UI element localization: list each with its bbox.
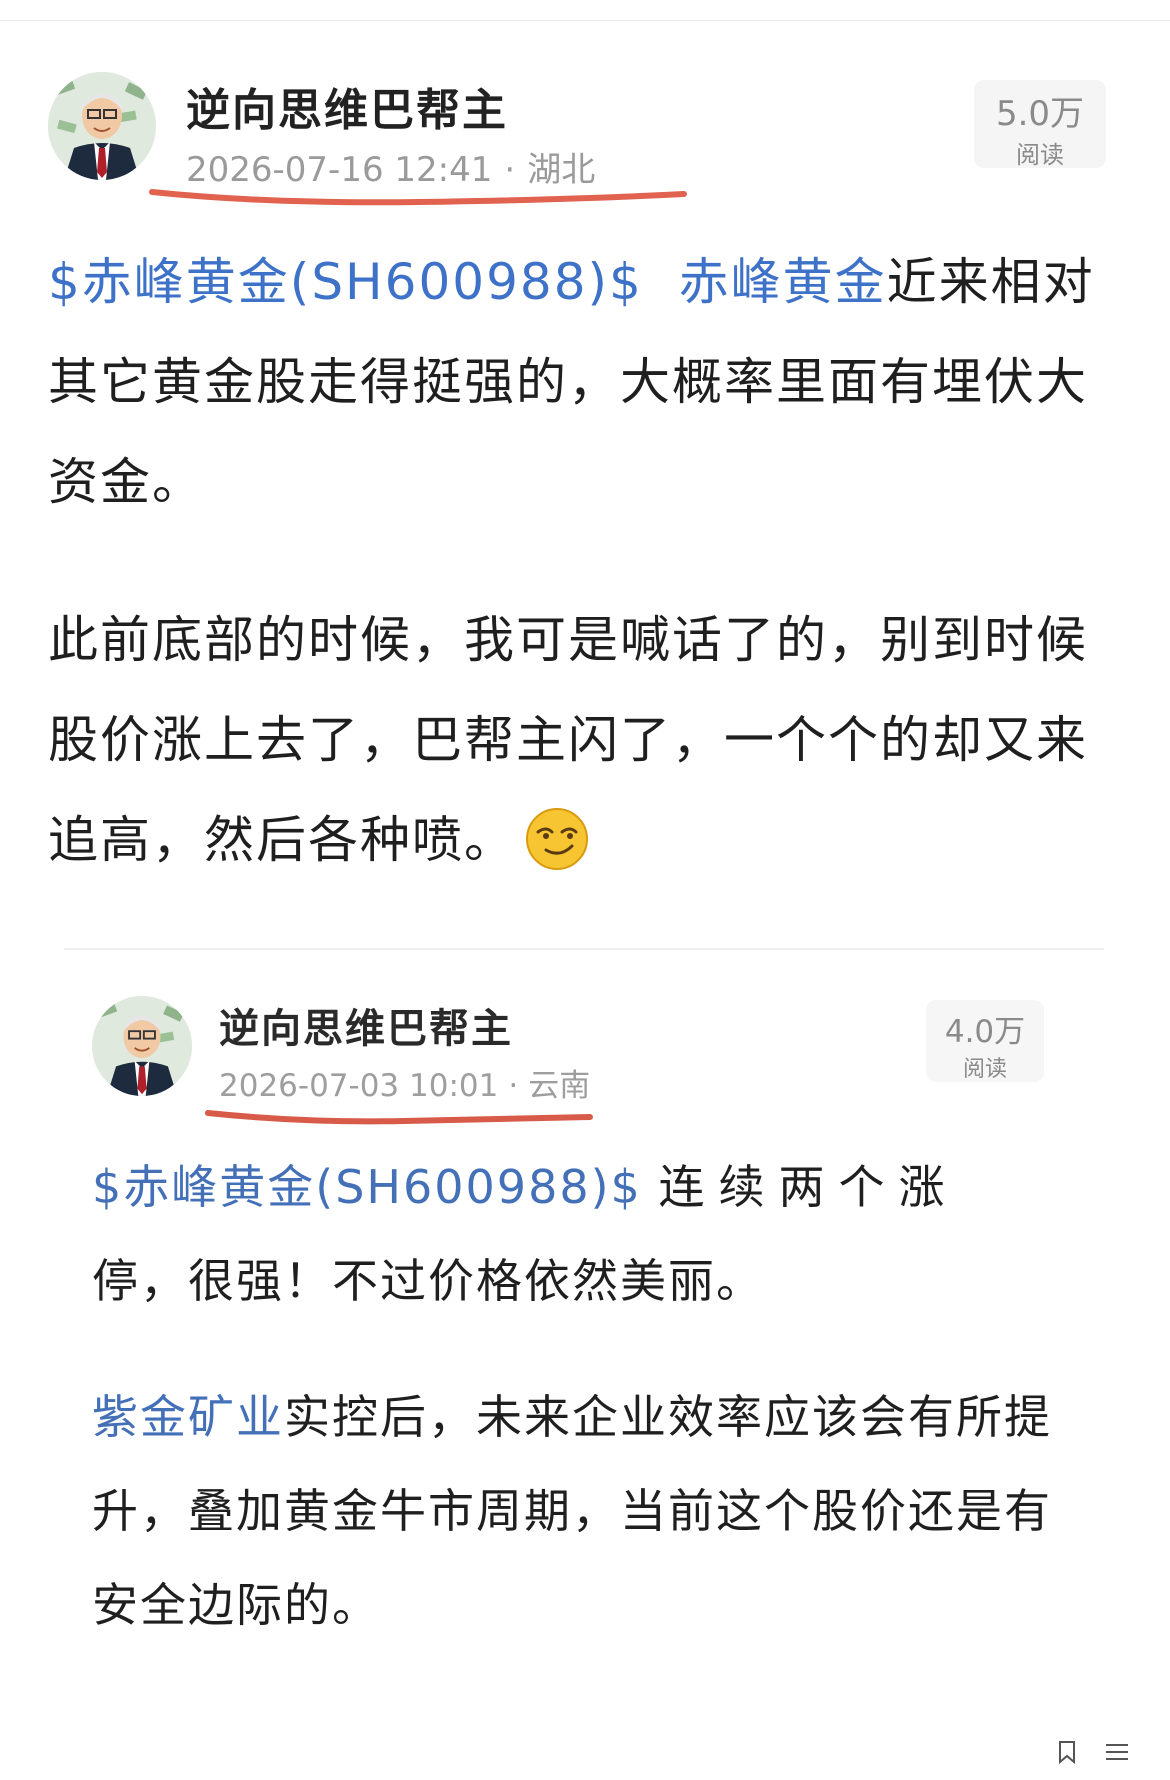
meta-separator: · <box>508 1068 519 1104</box>
bookmark-icon[interactable] <box>1058 1740 1076 1770</box>
paragraph-text: 停，很强！不过价格依然美丽。 <box>92 1254 764 1308</box>
quoted-post-location: 云南 <box>528 1068 591 1104</box>
quoted-stock-tag-link: $赤峰黄金(SH600988)$ <box>92 1160 642 1214</box>
bottom-toolbar <box>1058 1740 1130 1770</box>
quoted-paragraph-2: 紫金矿业实控后，未来企业效率应该会有所提升，叠加黄金牛市周期，当前这个股价还是有… <box>92 1370 1082 1652</box>
quoted-read-count-label: 阅读 <box>962 1057 1007 1082</box>
read-count-label: 阅读 <box>1016 141 1064 169</box>
read-count: 5.0万 <box>995 94 1085 134</box>
author-name[interactable]: 逆向思维巴帮主 <box>186 74 508 138</box>
smirk-emoji <box>524 805 590 871</box>
quote-divider <box>64 948 1104 950</box>
post-paragraph-2: 此前底部的时候，我可是喊话了的，别到时候股价涨上去了，巴帮主闪了，一个个的却又来… <box>48 590 1122 890</box>
red-underline-annotation <box>149 189 687 206</box>
menu-icon[interactable] <box>1104 1742 1130 1768</box>
stock-name-link[interactable]: 赤峰黄金 <box>679 253 887 311</box>
quoted-author-name: 逆向思维巴帮主 <box>219 1006 513 1052</box>
red-underline-annotation <box>205 1110 593 1125</box>
avatar[interactable] <box>48 72 156 180</box>
read-count-badge: 5.0万 阅读 <box>974 80 1106 169</box>
paragraph-text-spaced: 连续两个涨 <box>658 1160 959 1214</box>
avatar <box>92 996 192 1096</box>
quoted-post-meta: 2026-07-03 10:01 · 云南 <box>219 1060 590 1105</box>
stock-tag-link[interactable]: $赤峰黄金(SH600988)$ <box>48 253 643 311</box>
quoted-paragraph-1: $赤峰黄金(SH600988)$ 连续两个涨停，很强！不过价格依然美丽。 <box>92 1140 1082 1328</box>
quoted-read-count: 4.0万 <box>944 1014 1026 1050</box>
quoted-post-date: 2026-07-03 10:01 <box>219 1068 499 1104</box>
post-header: 逆向思维巴帮主 2026-07-16 12:41 · 湖北 5.0万 阅读 <box>48 72 1122 212</box>
post-paragraph-1: $赤峰黄金(SH600988)$ 赤峰黄金近来相对其它黄金股走得挺强的，大概率里… <box>48 232 1122 532</box>
quoted-post-image[interactable]: 逆向思维巴帮主 2026-07-03 10:01 · 云南 4.0万 阅读 $赤峰黄… <box>64 960 1104 1660</box>
quoted-stock-name-link: 紫金矿业 <box>92 1390 284 1444</box>
top-divider <box>0 20 1170 21</box>
quoted-read-count-badge: 4.0万 阅读 <box>926 1000 1044 1082</box>
